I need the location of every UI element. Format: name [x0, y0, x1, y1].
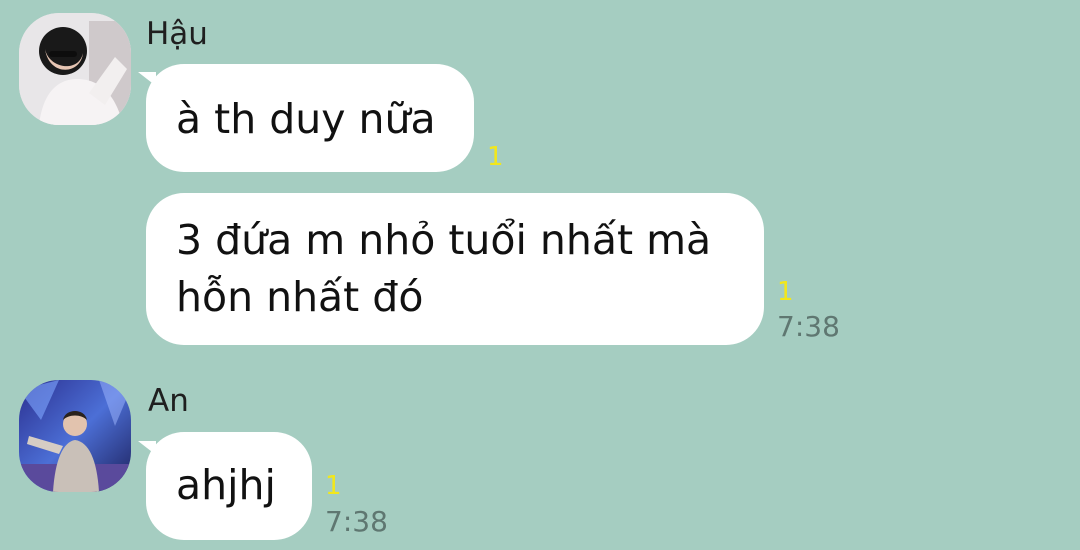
- message-text: ahjhj: [176, 461, 276, 509]
- sender-name-hau: Hậu: [146, 16, 208, 52]
- avatar-an-photo-icon: [19, 380, 131, 492]
- message-bubble[interactable]: 3 đứa m nhỏ tuổi nhất mà hỗn nhất đó: [146, 193, 764, 345]
- message-timestamp: 7:38: [777, 310, 840, 343]
- message-timestamp: 7:38: [325, 505, 388, 538]
- message-text: 3 đứa m nhỏ tuổi nhất mà hỗn nhất đó: [176, 216, 712, 321]
- message-text: à th duy nữa: [176, 95, 436, 143]
- message-bubble[interactable]: ahjhj: [146, 432, 312, 540]
- sender-name-an: An: [148, 383, 189, 419]
- read-count: 1: [777, 277, 794, 307]
- message-bubble[interactable]: à th duy nữa: [146, 64, 474, 172]
- read-count: 1: [325, 471, 342, 501]
- avatar-hau[interactable]: [19, 13, 131, 125]
- read-count: 1: [487, 142, 504, 172]
- avatar-hau-photo-icon: [19, 13, 131, 125]
- avatar-an[interactable]: [19, 380, 131, 492]
